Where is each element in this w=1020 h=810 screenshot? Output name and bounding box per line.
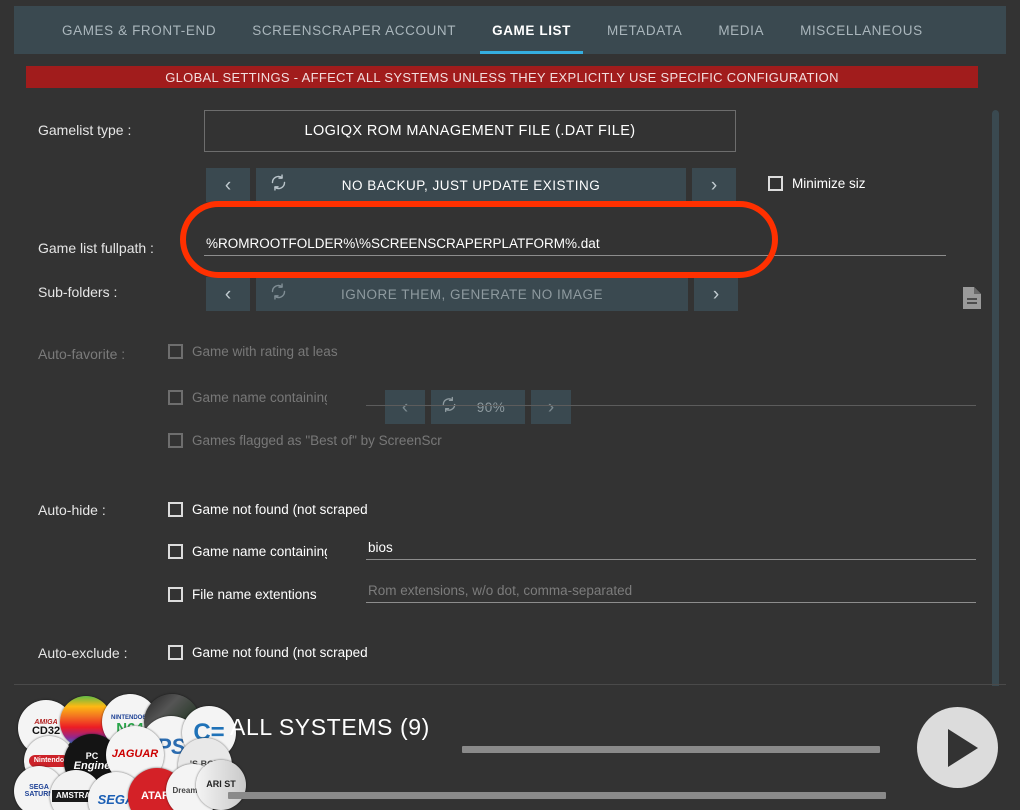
tab-game-list[interactable]: GAME LIST xyxy=(474,6,589,54)
auto-favorite-rating-checkbox[interactable]: Game with rating at leas xyxy=(168,344,347,359)
auto-favorite-label: Auto-favorite : xyxy=(38,346,126,362)
logo-line1: ARI ST xyxy=(206,779,236,790)
subfolders-value: IGNORE THEM, GENERATE NO IMAGE xyxy=(340,286,604,302)
tab-label: GAMES & FRONT-END xyxy=(62,22,217,38)
play-icon xyxy=(947,728,978,767)
backup-mode-next-button[interactable]: › xyxy=(692,168,736,202)
auto-hide-extensions-input[interactable] xyxy=(366,581,976,603)
tab-label: MISCELLANEOUS xyxy=(800,22,923,38)
backup-mode-value-button[interactable]: NO BACKUP, JUST UPDATE EXISTING xyxy=(256,168,686,202)
refresh-icon xyxy=(270,174,287,196)
refresh-icon xyxy=(270,283,287,305)
fullpath-input[interactable] xyxy=(204,234,946,256)
checkbox-box xyxy=(168,587,183,602)
chevron-right-icon: › xyxy=(710,174,718,196)
subfolders-spinner: ‹ IGNORE THEM, GENERATE NO IMAGE › xyxy=(206,277,756,311)
tab-label: SCREENSCRAPER ACCOUNT xyxy=(252,22,457,38)
auto-hide-notfound-label: Game not found (not scraped xyxy=(192,502,368,517)
tab-label: MEDIA xyxy=(718,22,765,38)
checkbox-box xyxy=(168,390,183,405)
bottom-status-bar: AMIGA CD32 NINTENDO64 N64 PS C= Nintendo… xyxy=(0,684,1020,810)
chevron-right-icon: › xyxy=(712,283,720,305)
tab-label: GAME LIST xyxy=(492,22,572,38)
subfolders-label: Sub-folders : xyxy=(38,284,118,300)
logo-atari-st: ARI ST xyxy=(196,760,246,810)
gamelist-type-label: Gamelist type : xyxy=(38,122,132,138)
auto-exclude-notfound-checkbox[interactable]: Game not found (not scraped xyxy=(168,645,372,660)
auto-exclude-label: Auto-exclude : xyxy=(38,645,128,661)
auto-hide-name-input[interactable] xyxy=(366,538,976,560)
chevron-left-icon: ‹ xyxy=(224,283,232,305)
auto-hide-notfound-checkbox[interactable]: Game not found (not scraped xyxy=(168,502,372,517)
checkbox-box xyxy=(768,176,783,191)
minimize-size-label: Minimize siz xyxy=(792,176,866,191)
logo-line1: JAGUAR xyxy=(111,748,159,761)
panel-scrollbar-thumb[interactable] xyxy=(992,110,999,686)
tab-media[interactable]: MEDIA xyxy=(700,6,782,54)
auto-favorite-name-checkbox[interactable]: Game name containing xyxy=(168,390,327,405)
auto-hide-name-label: Game name containing xyxy=(192,544,327,559)
system-logo-cluster: AMIGA CD32 NINTENDO64 N64 PS C= Nintendo… xyxy=(10,694,246,810)
minimize-size-checkbox[interactable]: Minimize siz xyxy=(768,176,872,191)
tab-label: METADATA xyxy=(607,22,683,38)
backup-mode-spinner: ‹ NO BACKUP, JUST UPDATE EXISTING › xyxy=(206,168,754,202)
checkbox-box xyxy=(168,502,183,517)
auto-hide-name-checkbox[interactable]: Game name containing xyxy=(168,544,327,559)
app-window: GAMES & FRONT-END SCREENSCRAPER ACCOUNT … xyxy=(0,0,1020,810)
progress-bar-bottom xyxy=(228,792,886,799)
auto-exclude-notfound-label: Game not found (not scraped xyxy=(192,645,368,660)
main-tab-bar: GAMES & FRONT-END SCREENSCRAPER ACCOUNT … xyxy=(14,6,1006,54)
systems-title: ALL SYSTEMS (9) xyxy=(230,714,430,740)
backup-mode-value: NO BACKUP, JUST UPDATE EXISTING xyxy=(341,177,601,193)
document-icon[interactable] xyxy=(962,286,982,310)
fullpath-label: Game list fullpath : xyxy=(38,240,154,256)
subfolders-prev-button[interactable]: ‹ xyxy=(206,277,250,311)
auto-favorite-name-label: Game name containing xyxy=(192,390,327,405)
subfolders-value-button[interactable]: IGNORE THEM, GENERATE NO IMAGE xyxy=(256,277,688,311)
auto-hide-extensions-checkbox[interactable]: File name extentions xyxy=(168,587,327,602)
tab-games-front-end[interactable]: GAMES & FRONT-END xyxy=(44,6,234,54)
gamelist-type-value: LOGIQX ROM MANAGEMENT FILE (.DAT FILE) xyxy=(304,123,636,139)
checkbox-box xyxy=(168,645,183,660)
checkbox-box xyxy=(168,433,183,448)
logo-line2: CD32 xyxy=(31,724,61,737)
tab-screenscraper-account[interactable]: SCREENSCRAPER ACCOUNT xyxy=(234,6,474,54)
tab-metadata[interactable]: METADATA xyxy=(589,6,700,54)
checkbox-box xyxy=(168,344,183,359)
play-button[interactable] xyxy=(917,707,998,788)
auto-favorite-rating-label: Game with rating at leas xyxy=(192,344,338,359)
settings-panel: GLOBAL SETTINGS - AFFECT ALL SYSTEMS UNL… xyxy=(14,54,1006,686)
checkbox-box xyxy=(168,544,183,559)
auto-favorite-bestof-label: Games flagged as "Best of" by ScreenScra… xyxy=(192,433,442,448)
progress-bar-top xyxy=(462,746,880,753)
gamelist-type-select[interactable]: LOGIQX ROM MANAGEMENT FILE (.DAT FILE) xyxy=(204,110,736,152)
subfolders-next-button[interactable]: › xyxy=(694,277,738,311)
global-settings-banner: GLOBAL SETTINGS - AFFECT ALL SYSTEMS UNL… xyxy=(26,66,978,88)
auto-favorite-bestof-checkbox[interactable]: Games flagged as "Best of" by ScreenScra… xyxy=(168,433,442,448)
chevron-left-icon: ‹ xyxy=(224,174,232,196)
logo-line1: SEGA xyxy=(29,783,49,791)
auto-hide-label: Auto-hide : xyxy=(38,502,106,518)
panel-scrollbar-track[interactable] xyxy=(992,110,999,686)
auto-favorite-name-input[interactable] xyxy=(366,384,976,406)
divider xyxy=(14,684,1006,685)
auto-hide-extensions-label: File name extentions xyxy=(192,587,317,602)
tab-miscellaneous[interactable]: MISCELLANEOUS xyxy=(782,6,941,54)
backup-mode-prev-button[interactable]: ‹ xyxy=(206,168,250,202)
